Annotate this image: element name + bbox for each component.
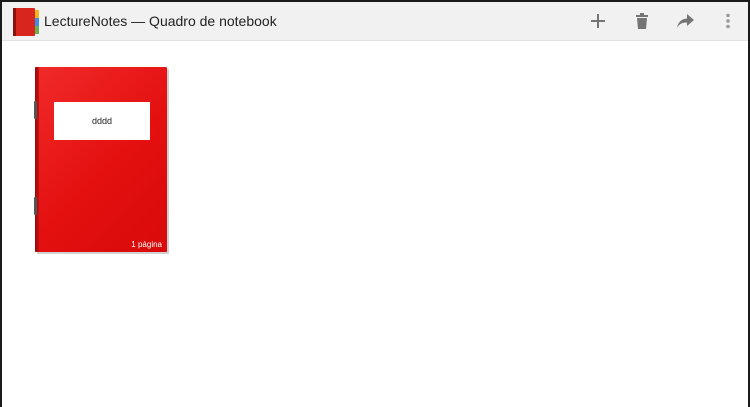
notebook-label: dddd <box>54 102 150 140</box>
notebook-cover[interactable]: dddd 1 página <box>35 67 167 252</box>
more-options-icon <box>726 13 730 29</box>
action-bar: LectureNotes — Quadro de notebook <box>2 2 748 41</box>
add-icon <box>591 14 605 28</box>
more-options-button[interactable] <box>716 9 740 33</box>
delete-icon <box>636 13 648 29</box>
share-button[interactable] <box>674 9 698 33</box>
notebook-spine <box>35 67 39 252</box>
add-button[interactable] <box>586 9 610 33</box>
notebook-item[interactable]: dddd 1 página <box>34 67 169 254</box>
delete-button[interactable] <box>630 9 654 33</box>
share-icon <box>677 14 694 28</box>
notebook-app-icon[interactable] <box>11 7 41 37</box>
notebook-page-count: 1 página <box>131 240 162 249</box>
binding-clip-icon <box>34 197 37 215</box>
binding-clip-icon <box>34 101 37 119</box>
app-title: LectureNotes — Quadro de notebook <box>44 13 277 29</box>
notebook-board: dddd 1 página <box>2 41 748 407</box>
